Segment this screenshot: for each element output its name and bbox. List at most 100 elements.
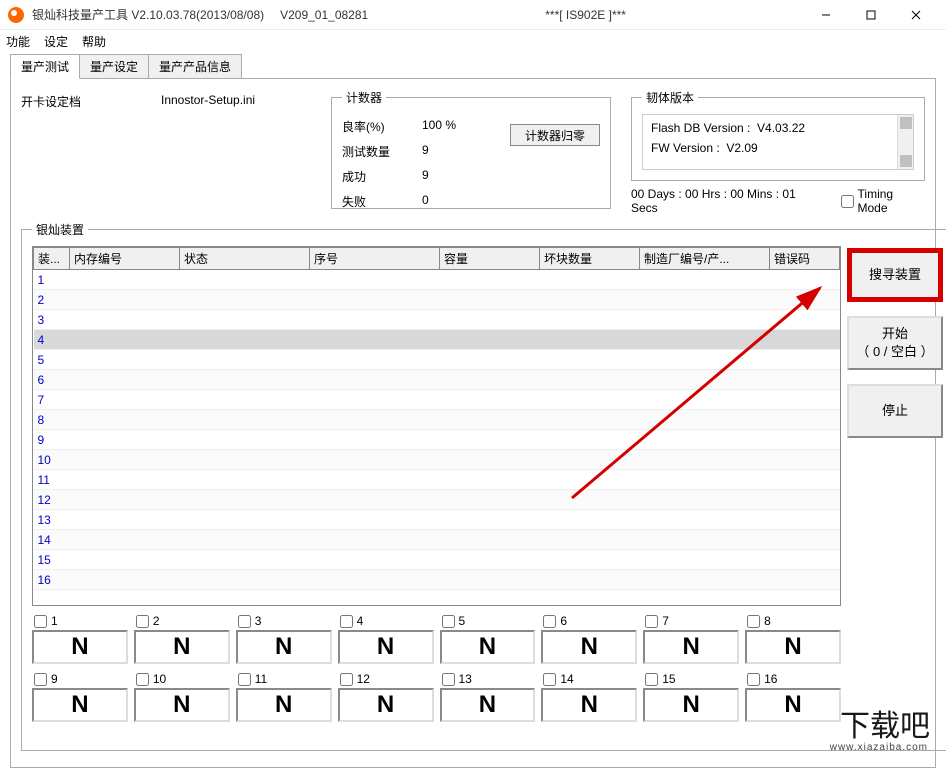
maximize-button[interactable] [848, 0, 893, 30]
slot-checkbox[interactable] [645, 673, 658, 686]
device-col-header[interactable]: 容量 [440, 248, 540, 270]
slot-status: N [338, 688, 434, 722]
start-button[interactable]: 开始 （ 0 / 空白 ） [847, 316, 943, 370]
table-row[interactable]: 7 [34, 390, 840, 410]
slot: 2N [134, 614, 230, 664]
tab-test[interactable]: 量产测试 [10, 54, 80, 79]
table-row[interactable]: 2 [34, 290, 840, 310]
slot-number: 8 [764, 614, 771, 628]
table-row[interactable]: 10 [34, 450, 840, 470]
device-col-header[interactable]: 装... [34, 248, 70, 270]
table-row[interactable]: 11 [34, 470, 840, 490]
slot-number: 5 [459, 614, 466, 628]
slot-number: 1 [51, 614, 58, 628]
slot-checkbox[interactable] [747, 673, 760, 686]
stop-button[interactable]: 停止 [847, 384, 943, 438]
table-row[interactable]: 4 [34, 330, 840, 350]
device-col-header[interactable]: 制造厂编号/产... [640, 248, 770, 270]
slot-checkbox[interactable] [543, 673, 556, 686]
table-row[interactable]: 6 [34, 370, 840, 390]
minimize-button[interactable] [803, 0, 848, 30]
close-button[interactable] [893, 0, 938, 30]
table-row[interactable]: 16 [34, 570, 840, 590]
table-row[interactable]: 8 [34, 410, 840, 430]
device-col-header[interactable]: 状态 [180, 248, 310, 270]
slot-checkbox[interactable] [340, 615, 353, 628]
slot-checkbox[interactable] [34, 615, 47, 628]
version-fieldset: 韧体版本 Flash DB Version : V4.03.22 FW Vers… [631, 89, 925, 181]
device-col-header[interactable]: 错误码 [770, 248, 840, 270]
tested-value: 9 [422, 143, 482, 160]
table-row[interactable]: 9 [34, 430, 840, 450]
counter-fieldset: 计数器 计数器归零 良率(%) 100 % 测试数量 9 成功 9 失败 0 [331, 89, 611, 209]
slot-checkbox[interactable] [543, 615, 556, 628]
slot-status: N [32, 688, 128, 722]
slot: 3N [236, 614, 332, 664]
slot-status: N [643, 630, 739, 664]
slot-number: 15 [662, 672, 675, 686]
table-row[interactable]: 1 [34, 270, 840, 290]
counter-reset-button[interactable]: 计数器归零 [510, 124, 600, 146]
devices-fieldset: 银灿装置 装...内存编号状态序号容量坏块数量制造厂编号/产...错误码 123… [21, 221, 946, 751]
slot: 14N [541, 672, 637, 722]
slot-checkbox[interactable] [136, 615, 149, 628]
menu-item[interactable]: 功能 [6, 33, 30, 50]
slot: 10N [134, 672, 230, 722]
tab-panel-test: 开卡设定档 Innostor-Setup.ini 计数器 计数器归零 良率(%)… [10, 78, 936, 768]
slot: 6N [541, 614, 637, 664]
slot-checkbox[interactable] [238, 673, 251, 686]
slot-grid-top: 1N2N3N4N5N6N7N8N [32, 614, 841, 664]
slot: 8N [745, 614, 841, 664]
table-row[interactable]: 12 [34, 490, 840, 510]
counter-legend: 计数器 [342, 89, 386, 106]
version-scrollbar[interactable] [897, 115, 913, 169]
profile-label: 开卡设定档 [21, 89, 141, 110]
table-row[interactable]: 14 [34, 530, 840, 550]
slot-checkbox[interactable] [34, 673, 47, 686]
version-legend: 韧体版本 [642, 89, 698, 106]
slot-number: 10 [153, 672, 166, 686]
tab-settings[interactable]: 量产设定 [79, 54, 149, 79]
tested-label: 测试数量 [342, 143, 422, 160]
table-row[interactable]: 13 [34, 510, 840, 530]
slot-number: 16 [764, 672, 777, 686]
slot-checkbox[interactable] [442, 615, 455, 628]
slot-checkbox[interactable] [645, 615, 658, 628]
slot-status: N [32, 630, 128, 664]
device-col-header[interactable]: 坏块数量 [540, 248, 640, 270]
tab-product-info[interactable]: 量产产品信息 [148, 54, 242, 79]
device-table[interactable]: 装...内存编号状态序号容量坏块数量制造厂编号/产...错误码 12345678… [32, 246, 841, 606]
slot: 9N [32, 672, 128, 722]
table-row[interactable]: 5 [34, 350, 840, 370]
fw-value: V2.09 [726, 141, 757, 155]
scan-devices-button[interactable]: 搜寻装置 [847, 248, 943, 302]
slot-checkbox[interactable] [340, 673, 353, 686]
device-col-header[interactable]: 序号 [310, 248, 440, 270]
slot: 1N [32, 614, 128, 664]
timing-mode-checkbox[interactable] [841, 195, 854, 208]
table-row[interactable]: 3 [34, 310, 840, 330]
slot-checkbox[interactable] [442, 673, 455, 686]
slot-number: 4 [357, 614, 364, 628]
timing-mode-toggle[interactable]: Timing Mode [841, 187, 925, 215]
scroll-up-icon[interactable] [900, 117, 912, 129]
device-col-header[interactable]: 内存编号 [70, 248, 180, 270]
slot-checkbox[interactable] [238, 615, 251, 628]
slot: 15N [643, 672, 739, 722]
scroll-down-icon[interactable] [900, 155, 912, 167]
slot: 7N [643, 614, 739, 664]
slot-checkbox[interactable] [747, 615, 760, 628]
slot: 16N [745, 672, 841, 722]
slot-checkbox[interactable] [136, 673, 149, 686]
pass-label: 成功 [342, 168, 422, 185]
slot-status: N [236, 688, 332, 722]
table-row[interactable]: 15 [34, 550, 840, 570]
slot-number: 3 [255, 614, 262, 628]
devices-legend: 银灿装置 [32, 221, 88, 238]
menu-item[interactable]: 帮助 [82, 33, 106, 50]
slot: 12N [338, 672, 434, 722]
tab-bar: 量产测试 量产设定 量产产品信息 [0, 52, 946, 79]
slot-number: 6 [560, 614, 567, 628]
menu-item[interactable]: 设定 [44, 33, 68, 50]
slot-status: N [541, 630, 637, 664]
